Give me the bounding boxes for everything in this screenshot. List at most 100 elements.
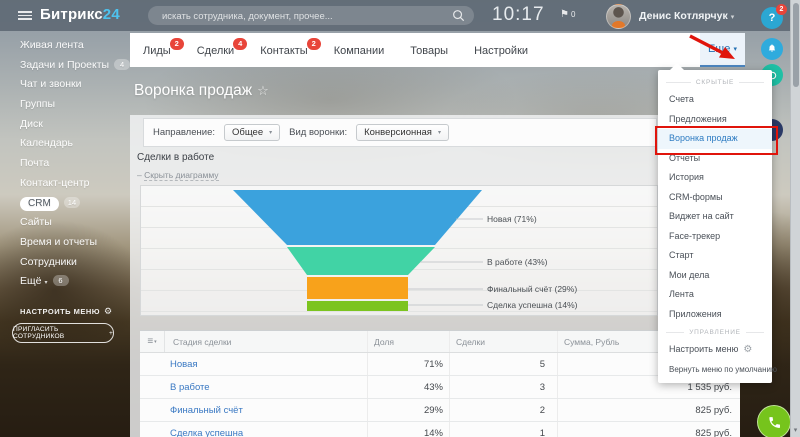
funnel-segment-deal-won[interactable] [307,301,408,311]
menu-item-reset-menu[interactable]: Вернуть меню по умолчанию [658,360,772,380]
search-icon[interactable] [452,9,465,22]
col-header-stage[interactable]: Стадия сделки [165,337,231,347]
deals-value: 2 [449,399,557,421]
col-header-share[interactable]: Доля [367,331,449,352]
funnel-view-select[interactable]: Конверсионная▾ [356,124,449,141]
sidebar: Живая лента Задачи и Проекты4 Чат и звон… [0,36,130,292]
tab-companies[interactable]: Компании [321,33,398,67]
deals-value: 1 [449,422,557,437]
tab-leads[interactable]: Лиды2 [130,33,184,67]
funnel-label-new: Новая (71%) [487,214,537,224]
funnel-label-deal-won: Сделка успешна (14%) [487,300,578,310]
invite-employees-button[interactable]: ПРИГЛАСИТЬ СОТРУДНИКОВ+ [12,323,114,343]
help-button[interactable]: ? 2 [761,7,783,29]
clock[interactable]: 10:17 [492,4,545,26]
user-avatar[interactable] [606,4,631,29]
sidebar-item-employees[interactable]: Сотрудники [0,253,130,273]
funnel-view-label: Вид воронки: [289,127,347,138]
tab-contacts[interactable]: Контакты2 [247,33,321,67]
chevron-down-icon: ▾ [731,14,735,21]
bell-icon [766,43,778,55]
chevron-down-icon: ▾ [269,129,272,136]
dropdown-section-management: УПРАВЛЕНИЕ [658,324,772,340]
configure-menu-button[interactable]: НАСТРОИТЬ МЕНЮ⚙ [20,306,113,317]
menu-item-my-activities[interactable]: Мои дела [658,266,772,286]
page-title: Воронка продаж☆ [134,82,269,100]
menu-item-quotes[interactable]: Предложения [658,110,772,130]
direction-label: Направление: [153,127,215,138]
phone-icon [767,415,782,430]
deals-value: 3 [449,376,557,398]
sidebar-item-sites[interactable]: Сайты [0,213,130,233]
sidebar-item-time-reports[interactable]: Время и отчеты [0,233,130,253]
bitrix24-crm-screen: Битрикс24 10:17 ⚑0 Денис Котлярчук▾ ? 2 … [0,0,800,437]
crm-active-pill: CRM [20,197,59,211]
menu-item-configure-menu[interactable]: Настроить меню⚙ [658,340,772,360]
funnel-segment-new[interactable] [233,190,482,245]
scrollbar-down-arrow[interactable]: ▾ [791,426,800,434]
menu-item-site-widget[interactable]: Виджет на сайт [658,207,772,227]
funnel-label-final-invoice: Финальный счёт (29%) [487,284,577,294]
funnel-section-title: Сделки в работе [137,152,214,163]
global-search[interactable] [148,6,474,25]
hide-chart-link[interactable]: – Скрыть диаграмму [137,170,219,180]
notifications-button[interactable] [761,38,783,60]
sidebar-item-contact-center[interactable]: Контакт-центр [0,174,130,194]
brand-logo[interactable]: Битрикс24 [40,6,120,23]
page-scrollbar[interactable]: ▾ [790,0,800,437]
top-bar: Битрикс24 10:17 ⚑0 Денис Котлярчук▾ [0,0,800,31]
menu-item-stream[interactable]: Лента [658,285,772,305]
flag-count: 0 [571,10,575,19]
more-dropdown-menu: СКРЫТЫЕ Счета Предложения Воронка продаж… [658,70,772,383]
sidebar-badge: 14 [64,197,80,208]
share-value: 71% [367,353,449,375]
sidebar-item-live-feed[interactable]: Живая лента [0,36,130,56]
user-menu[interactable]: Денис Котлярчук▾ [639,10,734,22]
stage-link[interactable]: Новая [140,359,198,370]
direction-select[interactable]: Общее▾ [224,124,280,141]
sidebar-item-groups[interactable]: Группы [0,95,130,115]
menu-hamburger-icon[interactable] [18,11,32,20]
table-settings-button[interactable]: ≡▾ [140,331,165,352]
favorite-star-icon[interactable]: ☆ [257,83,269,98]
flag-counter[interactable]: ⚑0 [560,9,575,20]
menu-item-history[interactable]: История [658,168,772,188]
menu-item-sales-funnel[interactable]: Воронка продаж [658,129,772,149]
sidebar-item-drive[interactable]: Диск [0,115,130,135]
tab-products[interactable]: Товары [397,33,461,67]
funnel-segment-final-invoice[interactable] [307,277,408,299]
collapse-minus-icon: – [137,170,142,180]
scrollbar-thumb[interactable] [793,3,799,87]
tab-settings[interactable]: Настройки [461,33,541,67]
table-menu-icon: ≡ [147,336,153,347]
col-header-deals[interactable]: Сделки [449,331,557,352]
sidebar-item-more[interactable]: Ещё▾6 [0,272,130,292]
sidebar-item-calendar[interactable]: Календарь [0,134,130,154]
menu-item-face-tracker[interactable]: Face-трекер [658,227,772,247]
tab-more[interactable]: Еще▾ [700,33,745,67]
stage-link[interactable]: Финальный счёт [140,405,243,416]
sidebar-item-chat-calls[interactable]: Чат и звонки [0,75,130,95]
telephony-button[interactable] [757,405,791,437]
content-panel: Направление: Общее▾ Вид воронки: Конверс… [130,115,740,437]
stage-link[interactable]: Сделка успешна [140,428,243,437]
funnel-svg: Новая (71%) В работе (43%) Финальный счё… [141,186,657,315]
menu-item-invoices[interactable]: Счета [658,90,772,110]
crm-nav-bar: Лиды2 Сделки4 Контакты2 Компании Товары … [130,33,745,67]
tab-badge: 4 [232,37,248,51]
deals-value: 5 [449,353,557,375]
sum-value: 825 руб. [557,399,740,421]
help-badge: 2 [776,4,787,15]
tab-deals[interactable]: Сделки4 [184,33,248,67]
menu-item-start[interactable]: Старт [658,246,772,266]
menu-item-applications[interactable]: Приложения [658,305,772,325]
menu-item-reports[interactable]: Отчеты [658,149,772,169]
search-input[interactable] [160,6,444,27]
stage-link[interactable]: В работе [140,382,210,393]
menu-item-crm-forms[interactable]: CRM-формы [658,188,772,208]
tab-badge: 2 [306,37,322,51]
sidebar-item-mail[interactable]: Почта [0,154,130,174]
funnel-segment-in-progress[interactable] [287,247,435,275]
sidebar-item-tasks[interactable]: Задачи и Проекты4 [0,56,130,76]
sidebar-item-crm[interactable]: CRM 14 [0,194,130,214]
